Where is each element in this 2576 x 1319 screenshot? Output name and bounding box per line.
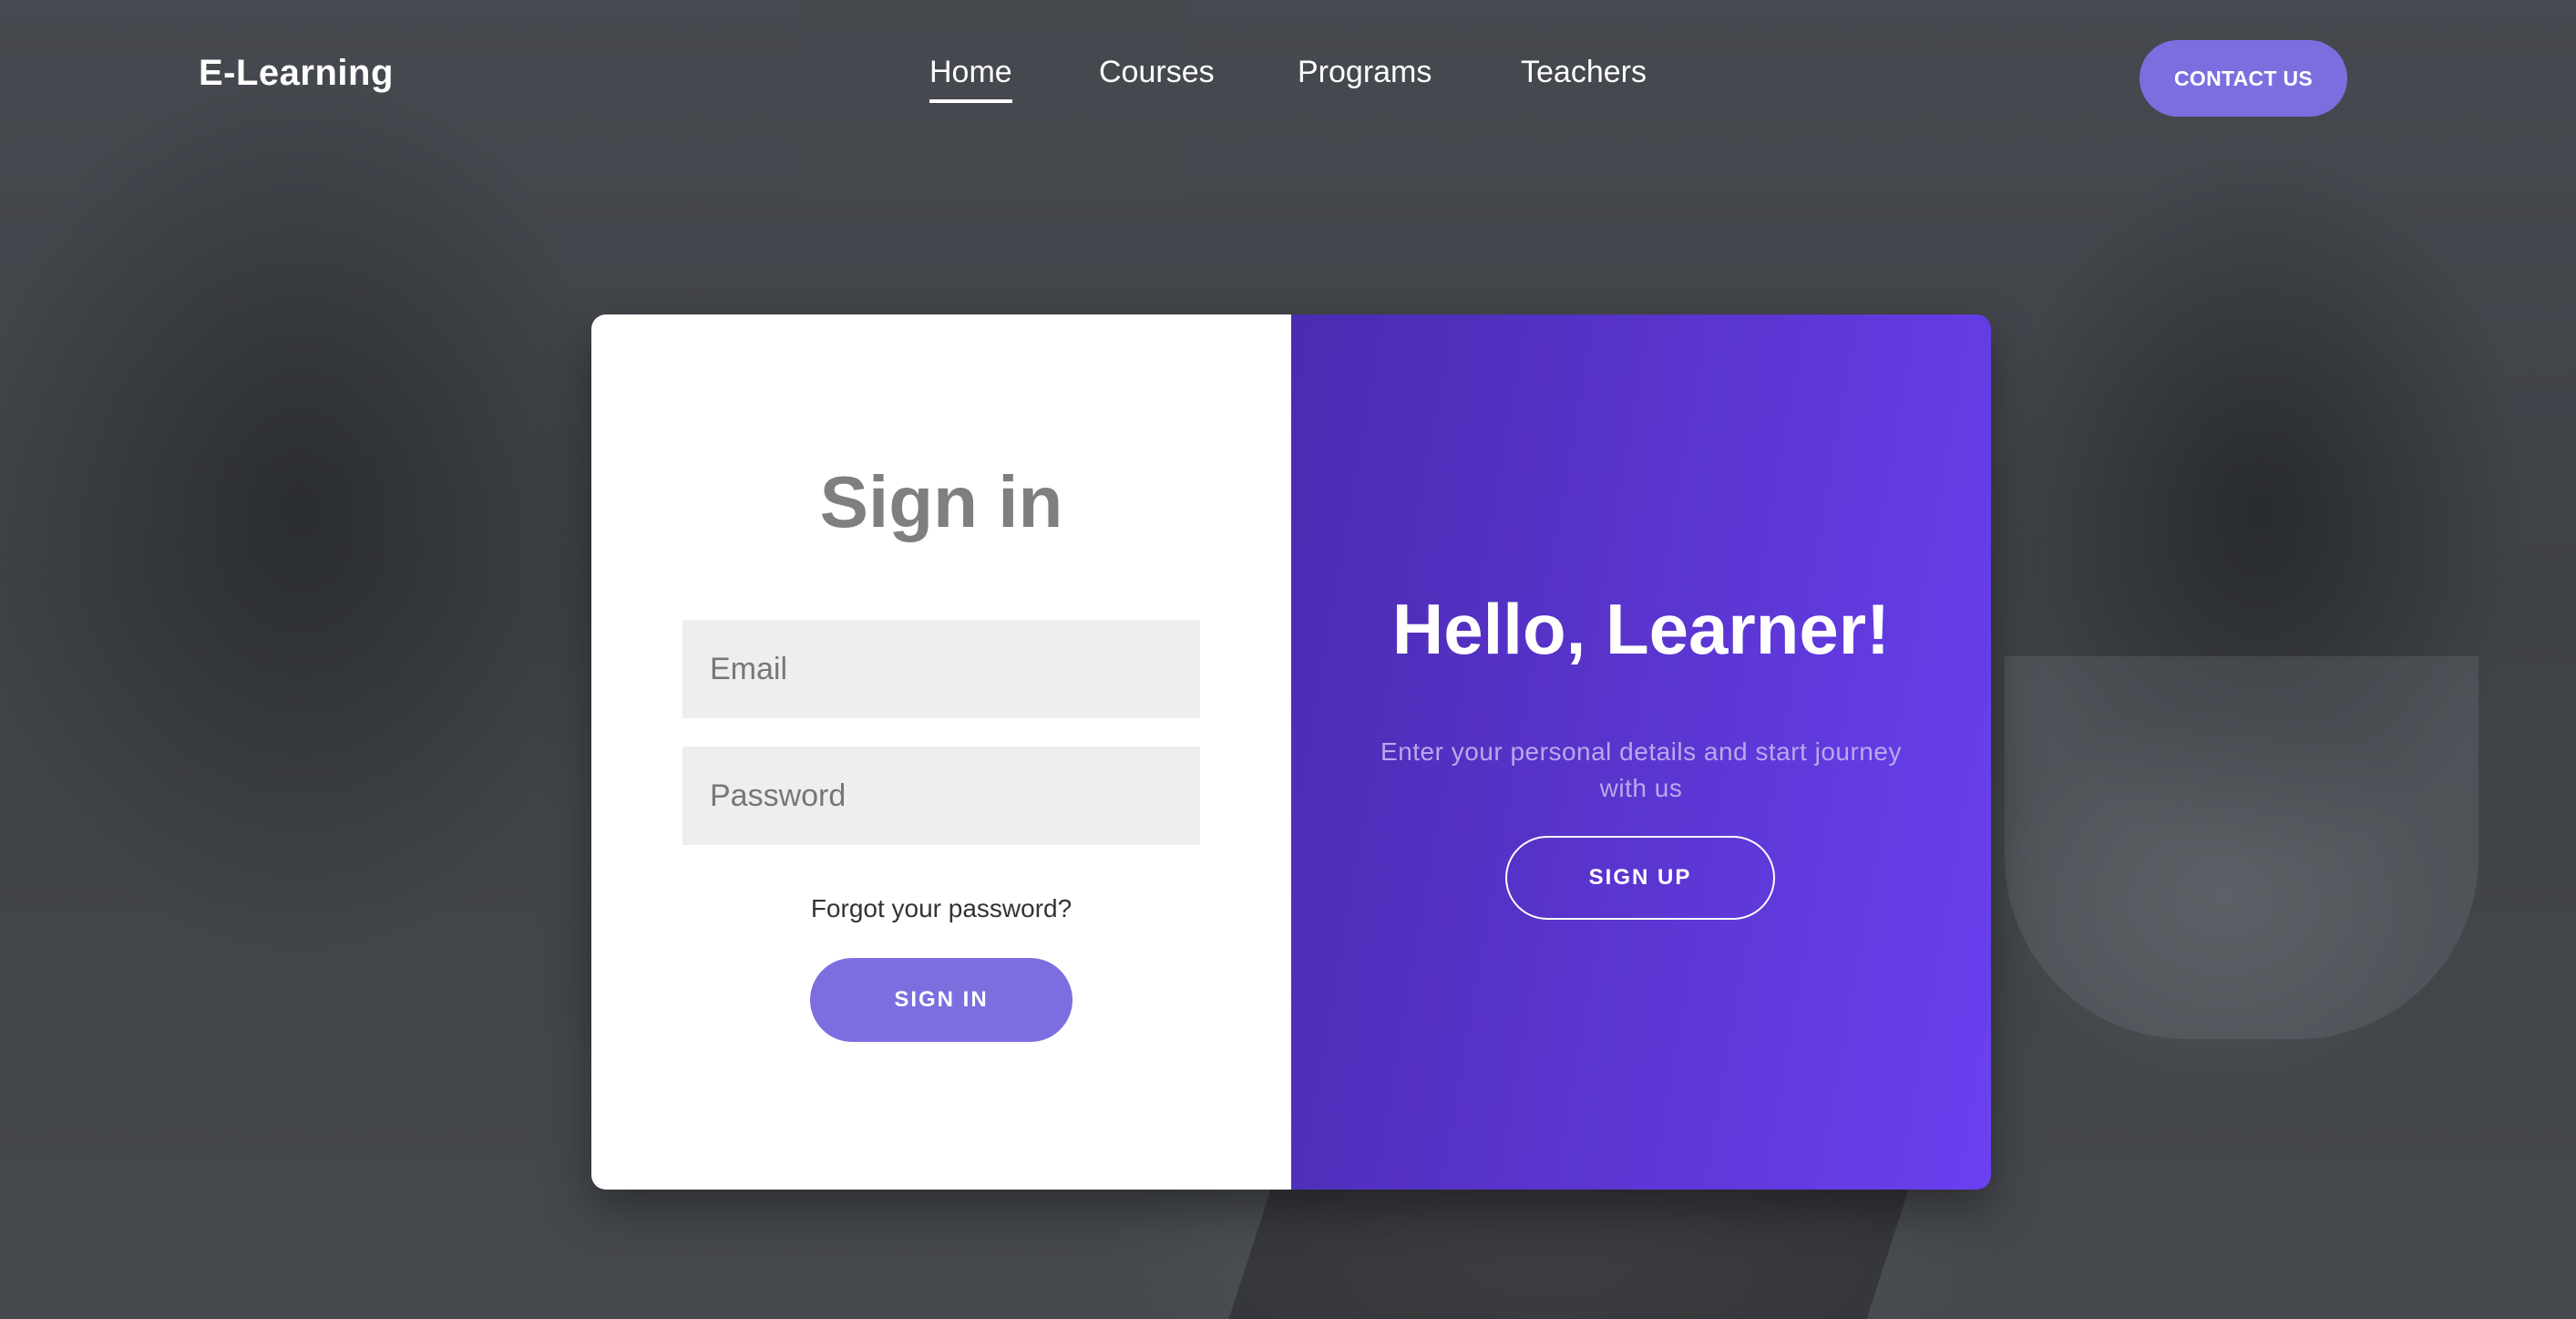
welcome-panel: Hello, Learner! Enter your personal deta…: [1291, 314, 1991, 1190]
signin-panel: Sign in Forgot your password? SIGN IN: [591, 314, 1291, 1190]
site-logo[interactable]: E-Learning: [199, 53, 394, 94]
background-plant-pot: [2005, 656, 2479, 1039]
nav-home[interactable]: Home: [929, 55, 1012, 103]
auth-card: Sign in Forgot your password? SIGN IN He…: [591, 314, 1991, 1190]
email-field[interactable]: [682, 620, 1200, 718]
nav-programs[interactable]: Programs: [1298, 55, 1432, 90]
welcome-text: Enter your personal details and start jo…: [1380, 737, 1902, 802]
password-field[interactable]: [682, 747, 1200, 845]
sign-in-button[interactable]: SIGN IN: [810, 958, 1072, 1042]
nav-courses[interactable]: Courses: [1099, 55, 1215, 90]
welcome-title: Hello, Learner!: [1391, 589, 1891, 669]
nav-teachers[interactable]: Teachers: [1521, 55, 1647, 90]
sign-up-button[interactable]: SIGN UP: [1505, 836, 1775, 920]
contact-us-button[interactable]: CONTACT US: [2140, 40, 2347, 117]
signin-title: Sign in: [819, 461, 1063, 542]
forgot-password-link[interactable]: Forgot your password?: [591, 894, 1291, 923]
site-header: E-Learning Home Courses Programs Teacher…: [0, 0, 2576, 164]
